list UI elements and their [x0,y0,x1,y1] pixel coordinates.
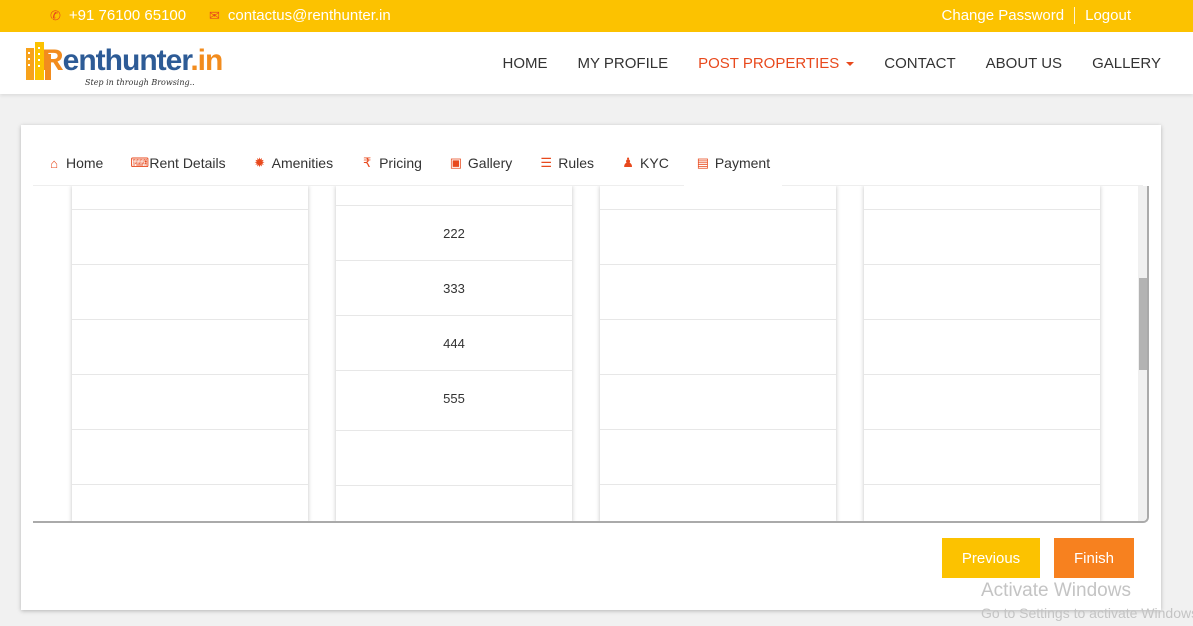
nav-my-profile[interactable]: MY PROFILE [578,55,669,72]
table-cell [600,429,836,484]
caret-down-icon [846,61,855,66]
table-cell [600,264,836,319]
table-cell [864,264,1100,319]
nav-about-us[interactable]: ABOUT US [986,55,1062,72]
phone-contact: ✆ +91 76100 65100 [50,7,186,24]
nav-home[interactable]: HOME [503,55,548,72]
phone-number: +91 76100 65100 [68,7,187,24]
home-icon: ⌂ [50,155,58,171]
tab-gallery[interactable]: ▣ Gallery [449,141,513,186]
table-cell [336,430,572,485]
change-password-link[interactable]: Change Password [942,7,1065,24]
table-column [72,186,308,521]
watermark-subtitle: Go to Settings to activate Windows. [981,605,1193,621]
table-cell [72,374,308,429]
windows-activation-watermark: Activate Windows Go to Settings to activ… [981,580,1193,621]
table-cell [600,374,836,429]
tab-label: Home [66,155,104,171]
table-column [600,186,836,521]
table-cell [864,374,1100,429]
table-cell [336,485,572,521]
table-cell [600,186,836,209]
rupee-icon: ₹ [362,155,372,170]
table-cell: 555 [336,370,572,425]
table-cell [864,429,1100,484]
tab-label: Pricing [379,155,422,171]
money-icon: ▤ [696,155,709,170]
main-nav: HOME MY PROFILE POST PROPERTIES CONTACT … [503,32,1161,94]
tab-label: Amenities [271,155,334,171]
list-icon: ☰ [540,155,553,170]
tab-label: Rules [558,155,595,171]
email-address: contactus@renthunter.in [227,7,391,24]
brand-name: enthunter [62,44,192,77]
table-cell [72,484,308,521]
table-cell [864,484,1100,521]
renthunter-logo[interactable]: Renthunter.in Step in through Browsing.. [20,36,223,90]
tagline: Step in through Browsing.. [85,78,195,87]
table-column [864,186,1100,521]
tab-rent-details[interactable]: ⌨ Rent Details [130,141,225,186]
table-cell [72,209,308,264]
brand-r: R [42,44,64,77]
watermark-title: Activate Windows [981,580,1131,601]
site-header: Renthunter.in Step in through Browsing..… [0,32,1193,94]
table-cell [600,209,836,264]
top-bar: ✆ +91 76100 65100 ✉ contactus@renthunter… [0,0,1193,32]
table-cell [336,186,572,205]
tab-home[interactable]: ⌂ Home [47,141,103,186]
tab-label: Rent Details [149,155,226,171]
table-cell [600,319,836,374]
sun-icon: ✹ [254,155,266,170]
nav-contact[interactable]: CONTACT [884,55,955,72]
account-links: Change Password Logout [942,7,1131,24]
keyboard-icon: ⌨ [130,155,150,170]
tab-kyc[interactable]: ♟ KYC [621,141,669,186]
payment-table-scroll[interactable]: 222 333 444 555 [33,186,1149,523]
nav-post-properties[interactable]: POST PROPERTIES [698,54,855,72]
table-cell [864,319,1100,374]
tab-payment[interactable]: ▤ Payment [683,140,783,187]
wizard-tabs: ⌂ Home ⌨ Rent Details ✹ Amenities ₹ Pric… [33,140,1143,187]
previous-button[interactable]: Previous [942,538,1040,578]
tab-label: Gallery [467,155,513,171]
nav-gallery[interactable]: GALLERY [1092,55,1161,72]
image-icon: ▣ [449,155,463,170]
brand-tld: .in [190,44,223,77]
table-cell: 333 [336,260,572,315]
nav-post-properties-label: POST PROPERTIES [698,54,840,72]
divider [1074,7,1076,24]
phone-icon: ✆ [50,8,61,23]
tab-label: KYC [640,155,669,171]
logout-link[interactable]: Logout [1085,7,1131,24]
wizard-card: ⌂ Home ⌨ Rent Details ✹ Amenities ₹ Pric… [21,125,1161,610]
vertical-scrollbar[interactable] [1138,186,1147,521]
table-cell: 222 [336,205,572,260]
table-cell [864,186,1100,209]
table-cell [600,484,836,521]
email-contact: ✉ contactus@renthunter.in [209,7,391,24]
user-icon: ♟ [622,155,634,170]
tab-rules[interactable]: ☰ Rules [539,141,594,186]
table-cell: 444 [336,315,572,370]
table-cell [72,186,308,209]
finish-button[interactable]: Finish [1054,538,1134,578]
table-cell [72,429,308,484]
table-cell [72,264,308,319]
scrollbar-thumb[interactable] [1139,278,1147,370]
tab-amenities[interactable]: ✹ Amenities [253,141,333,186]
table-cell [864,209,1100,264]
tab-pricing[interactable]: ₹ Pricing [360,141,422,186]
table-cell [72,319,308,374]
envelope-icon: ✉ [209,8,220,23]
table-column: 222 333 444 555 [336,186,572,521]
tab-label: Payment [714,155,771,171]
brand-wordmark: Renthunter.in [42,44,223,78]
